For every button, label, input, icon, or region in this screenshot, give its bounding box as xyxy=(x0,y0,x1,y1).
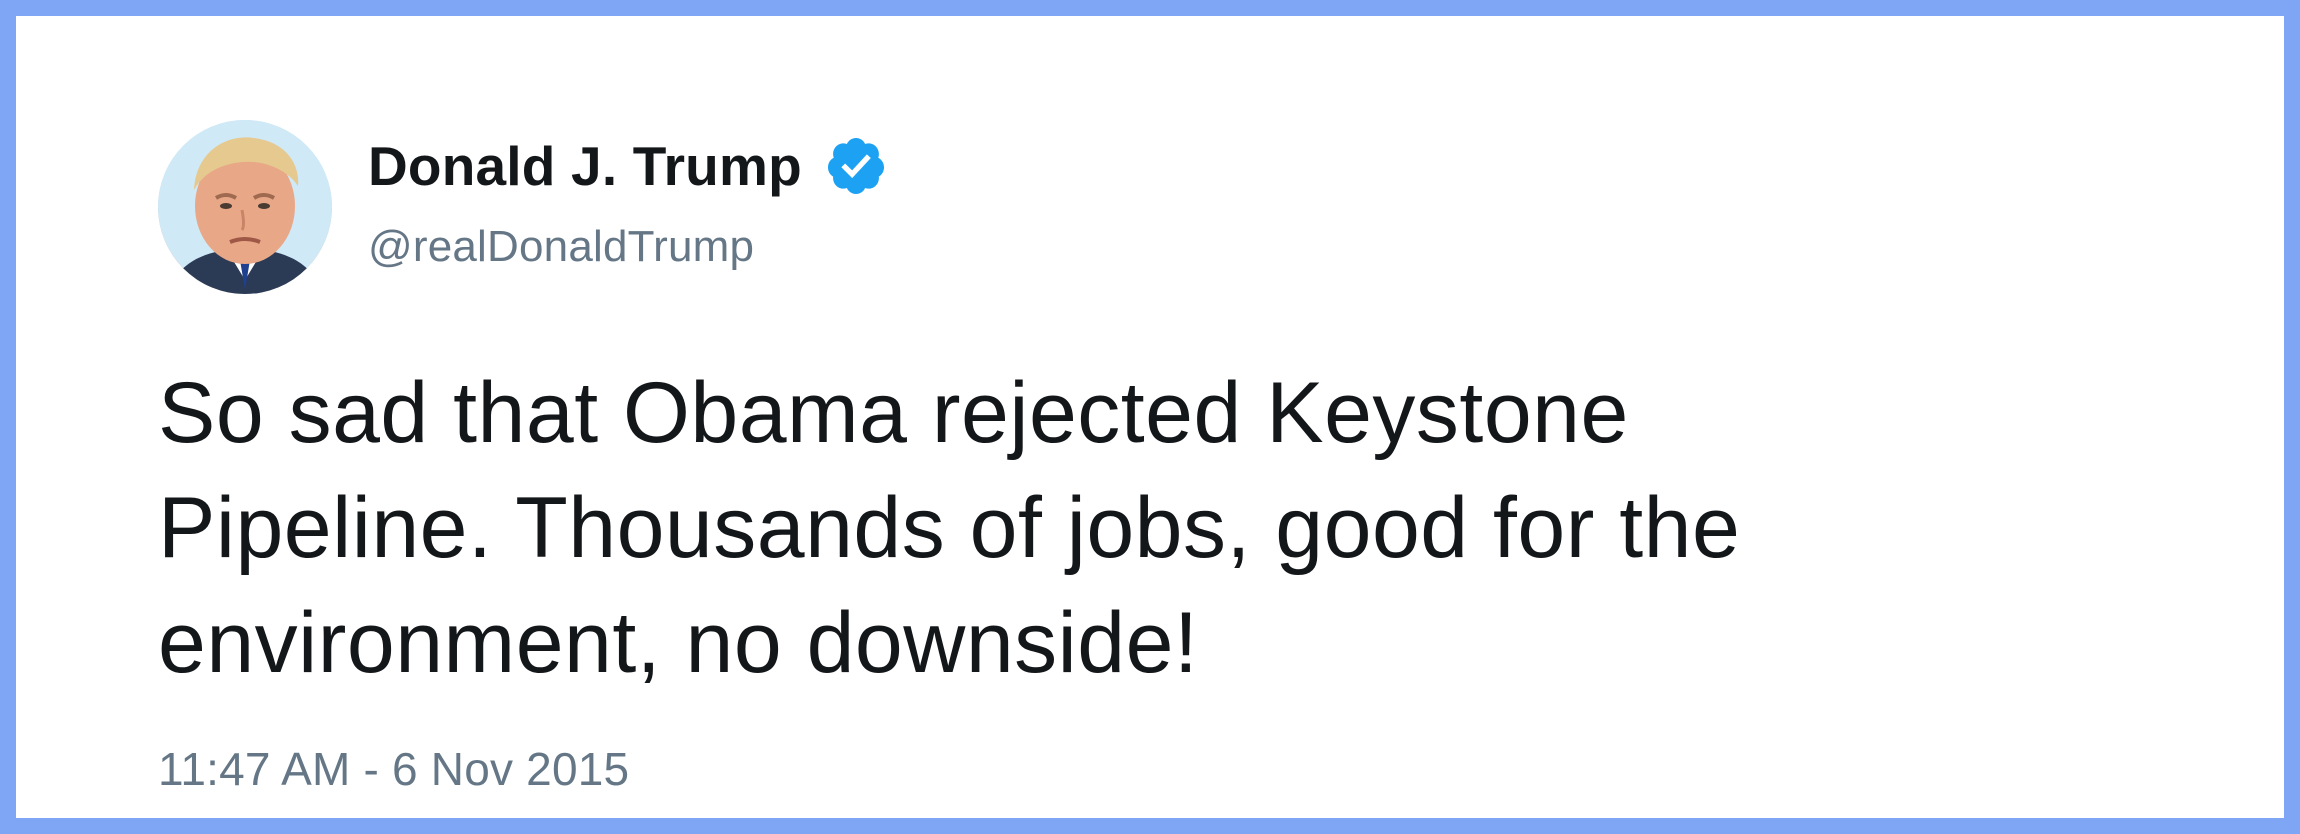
display-name[interactable]: Donald J. Trump xyxy=(368,134,802,198)
profile-photo-avatar xyxy=(158,120,332,294)
tweet-text-line: environment, no downside! xyxy=(158,595,1199,691)
tweet-card: Donald J. Trump @realDonaldTrump So sad … xyxy=(0,0,2300,834)
author-handle[interactable]: @realDonaldTrump xyxy=(368,222,754,272)
avatar[interactable] xyxy=(158,120,332,294)
verified-badge-icon xyxy=(827,138,884,194)
author-name-row[interactable]: Donald J. Trump xyxy=(368,130,888,202)
tweet-text: So sad that Obama rejected Keystone Pipe… xyxy=(158,356,2208,701)
tweet-text-line: So sad that Obama rejected Keystone xyxy=(158,365,1629,461)
tweet-timestamp[interactable]: 11:47 AM - 6 Nov 2015 xyxy=(158,742,629,796)
tweet-text-line: Pipeline. Thousands of jobs, good for th… xyxy=(158,480,1741,576)
